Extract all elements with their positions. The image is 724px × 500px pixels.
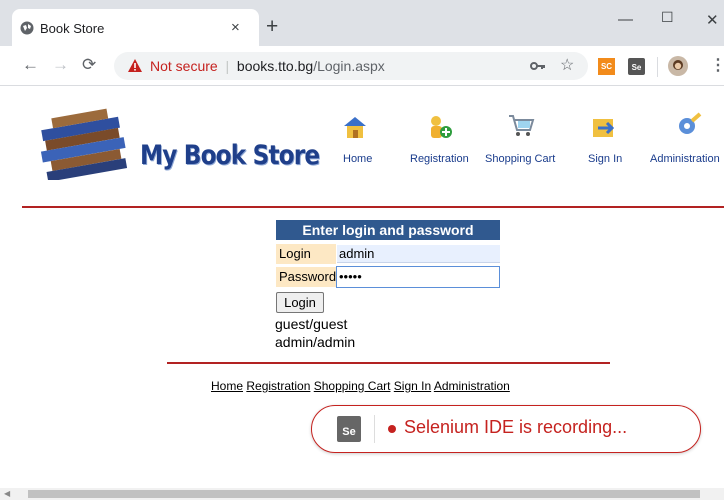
security-label[interactable]: Not secure xyxy=(150,58,218,74)
footer-link-registration[interactable]: Registration xyxy=(246,379,310,393)
url-text: Not secure | books.tto.bg/Login.aspx xyxy=(150,58,385,74)
selenium-extension-icon[interactable]: Se xyxy=(628,58,645,75)
menu-kebab-icon[interactable]: ⋮ xyxy=(710,55,724,75)
header-divider xyxy=(22,206,724,208)
footer-link-sign-in[interactable]: Sign In xyxy=(394,379,431,393)
administration-icon xyxy=(679,112,702,134)
forward-arrow-icon[interactable]: → xyxy=(52,55,69,75)
nav-shopping-cart-label[interactable]: Shopping Cart xyxy=(485,153,555,165)
nav-home-label[interactable]: Home xyxy=(343,153,372,165)
key-icon[interactable] xyxy=(530,60,546,72)
nav-shopping-cart[interactable] xyxy=(507,112,535,143)
tab-close-icon[interactable]: × xyxy=(231,19,240,36)
login-input[interactable]: admin xyxy=(337,245,500,263)
hint-admin: admin/admin xyxy=(275,334,356,350)
login-form-header: Enter login and password xyxy=(276,220,500,240)
new-tab-button[interactable]: + xyxy=(266,15,278,39)
profile-avatar-icon[interactable] xyxy=(668,56,688,76)
toast-divider xyxy=(374,415,375,443)
nav-registration[interactable] xyxy=(426,114,454,145)
registration-icon xyxy=(431,116,452,138)
close-window-button[interactable]: ✕ xyxy=(706,11,719,29)
back-arrow-icon[interactable]: ← xyxy=(22,55,39,75)
url-host: books.tto.bg xyxy=(236,58,314,74)
password-label: Password xyxy=(276,267,336,287)
books-logo-icon xyxy=(40,108,128,180)
nav-registration-label[interactable]: Registration xyxy=(410,153,469,165)
nav-administration-label[interactable]: Administration xyxy=(650,153,720,165)
scrollbar-thumb[interactable] xyxy=(28,490,700,498)
recording-dot-icon xyxy=(388,425,396,433)
footer-link-shopping-cart[interactable]: Shopping Cart xyxy=(314,379,391,393)
url-path: /Login.aspx xyxy=(313,58,385,74)
login-label: Login xyxy=(276,244,336,264)
nav-home[interactable] xyxy=(341,114,369,145)
footer-nav: Home Registration Shopping Cart Sign In … xyxy=(211,379,510,393)
globe-icon xyxy=(20,21,34,35)
nav-sign-in[interactable] xyxy=(590,114,618,145)
nav-administration[interactable] xyxy=(674,112,702,143)
footer-divider xyxy=(167,362,610,364)
footer-link-home[interactable]: Home xyxy=(211,379,243,393)
maximize-button[interactable]: ☐ xyxy=(661,9,674,26)
nav-sign-in-label[interactable]: Sign In xyxy=(588,153,622,165)
selenium-logo-icon: Se xyxy=(337,416,361,442)
password-input[interactable]: ••••• xyxy=(336,266,500,288)
recording-message: Selenium IDE is recording... xyxy=(404,417,628,437)
toolbar-divider xyxy=(657,57,658,77)
house-icon xyxy=(344,117,366,138)
site-logo-text[interactable]: My Book Store xyxy=(140,140,320,171)
sign-in-icon xyxy=(593,119,615,137)
hint-guest: guest/guest xyxy=(275,316,348,332)
tab-title: Book Store xyxy=(40,21,105,36)
scroll-left-icon[interactable]: ◀ xyxy=(4,489,10,498)
warning-icon xyxy=(128,59,142,72)
extension-sc-icon[interactable]: SC xyxy=(598,58,615,75)
reload-icon[interactable]: ⟳ xyxy=(82,55,96,75)
shopping-cart-icon xyxy=(509,115,535,136)
footer-link-administration[interactable]: Administration xyxy=(434,379,510,393)
minimize-button[interactable]: — xyxy=(618,11,633,28)
bookmark-star-icon[interactable]: ☆ xyxy=(560,55,574,75)
login-button[interactable]: Login xyxy=(276,292,324,313)
